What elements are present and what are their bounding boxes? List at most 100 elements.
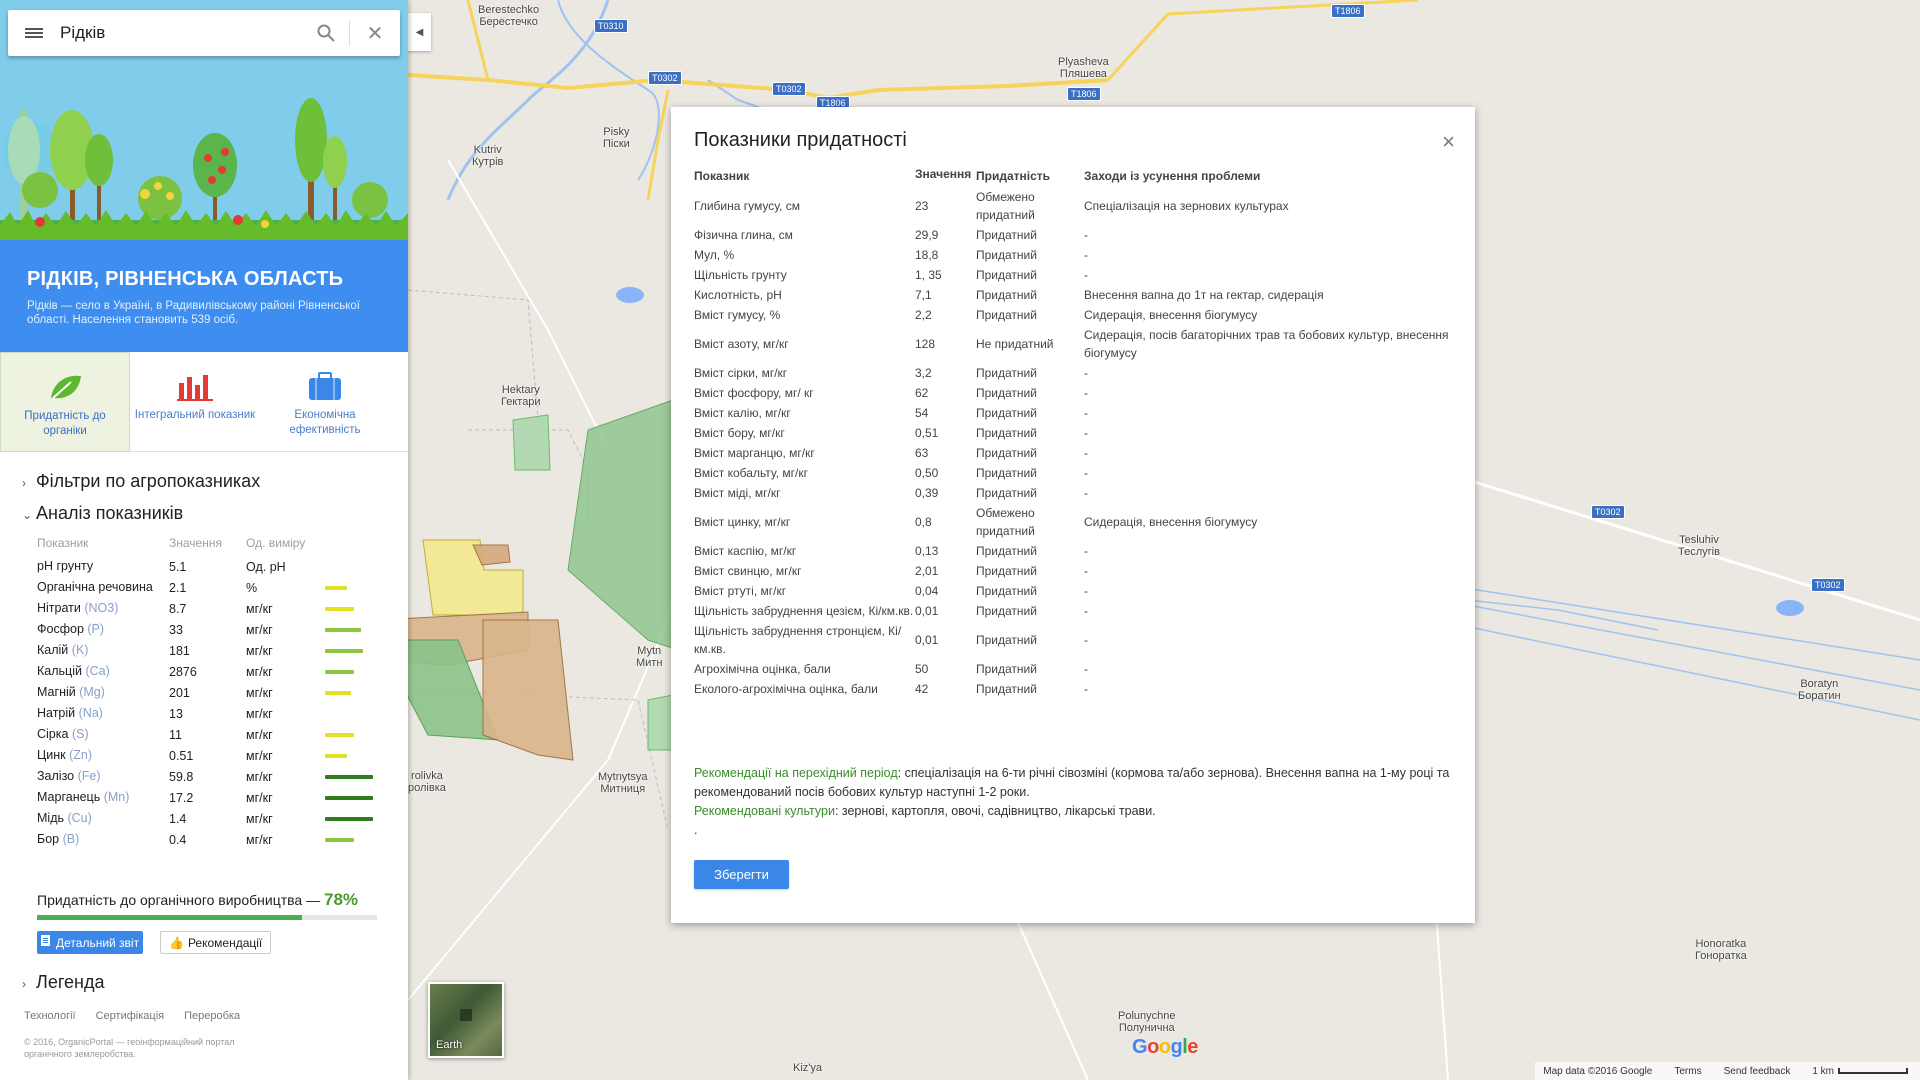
indicator-unit: мг/кг <box>246 643 273 658</box>
parameter-name: Вміст фосфору, мг/ кг <box>694 386 814 400</box>
tab-integral-indicator[interactable]: Інтегральний показник <box>130 352 260 452</box>
thumbs-up-icon: 👍 <box>169 935 184 950</box>
indicator-row: Фосфор (P) 33 мг/кг <box>37 619 377 640</box>
tab-organic-suitability[interactable]: Придатність до органіки <box>0 352 130 452</box>
parameter-value: 2,01 <box>915 564 939 578</box>
suitability-row: Мул, % 18,8 Придатний - <box>694 245 1454 265</box>
briefcase-icon <box>307 370 343 402</box>
indicator-name: Кальцій (Ca) <box>37 664 110 678</box>
filters-section-toggle[interactable]: › Фільтри по агропоказниках <box>22 471 260 492</box>
search-icon[interactable] <box>303 10 349 56</box>
detailed-report-button[interactable]: Детальний звіт <box>37 931 144 954</box>
suitability-row: Кислотність, pH 7,1 Придатний Внесення вапн… <box>694 285 1454 305</box>
parameter-value: 0,39 <box>915 486 939 500</box>
map-place-label[interactable]: Honoratka Гоноратка <box>1695 938 1747 962</box>
map-place-label[interactable]: Boratyn Боратин <box>1798 678 1841 702</box>
analysis-table: Показник Значення Од. виміру pH грунту 5… <box>37 536 377 850</box>
parameter-suitability: Придатний <box>976 584 1037 598</box>
parameter-suitability: Обмежено придатний <box>976 506 1035 538</box>
parameter-value: 3,2 <box>915 366 932 380</box>
chevron-down-icon: ⌄ <box>22 508 33 522</box>
parameter-suitability: Придатний <box>976 248 1037 262</box>
road-badge: T1806 <box>1067 87 1101 101</box>
send-feedback-link[interactable]: Send feedback <box>1724 1066 1791 1077</box>
parameter-suitability: Придатний <box>976 426 1037 440</box>
menu-icon[interactable] <box>8 26 60 40</box>
indicator-row: Кальцій (Ca) 2876 мг/кг <box>37 661 377 682</box>
map-place-label[interactable]: Pisky Піски <box>603 126 630 150</box>
earth-view-toggle[interactable]: Earth <box>428 982 504 1058</box>
map-data-credit: Map data ©2016 Google <box>1543 1065 1653 1077</box>
indicator-unit: мг/кг <box>246 727 273 742</box>
map-place-label[interactable]: Mytnytsya Митниця <box>598 771 648 795</box>
parameter-measure: - <box>1084 268 1088 282</box>
road-badge: T0302 <box>1591 505 1625 519</box>
indicator-name: Натрій (Na) <box>37 706 103 720</box>
trailing-dot: . <box>694 823 698 837</box>
parameter-value: 7,1 <box>915 288 932 302</box>
parameter-name: Вміст міді, мг/кг <box>694 486 781 500</box>
parameter-measure: Спеціалізація на зернових культурах <box>1084 199 1289 213</box>
parameter-value: 62 <box>915 386 929 400</box>
parameter-value: 1, 35 <box>915 268 942 282</box>
map-place-label[interactable]: Berestechko Берестечко <box>478 4 539 28</box>
save-button[interactable]: Зберегти <box>694 860 789 889</box>
clear-search-icon[interactable]: ✕ <box>350 10 400 56</box>
road-badge: T1806 <box>1331 4 1365 18</box>
footer-link-processing[interactable]: Переробка <box>184 1010 240 1022</box>
terms-link[interactable]: Terms <box>1674 1066 1701 1077</box>
collapse-sidebar-button[interactable]: ◀ <box>408 13 431 51</box>
indicator-row: Залізо (Fe) 59.8 мг/кг <box>37 766 377 787</box>
suitability-row: Вміст цинку, мг/кг 0,8 Обмежено придатний С… <box>694 503 1454 541</box>
indicator-level-bar <box>325 732 377 737</box>
search-input[interactable]: Рідків <box>60 23 303 43</box>
parameter-value: 128 <box>915 337 936 351</box>
map-place-label[interactable]: rolivka ролівка <box>408 770 446 794</box>
suitability-row: Вміст калію, мг/кг 54 Придатний - <box>694 403 1454 423</box>
map-place-label[interactable]: Tesluhiv Теслугів <box>1678 534 1720 558</box>
indicator-value: 33 <box>169 622 183 637</box>
analysis-section-toggle[interactable]: ⌄ Аналіз показників <box>22 503 183 524</box>
recommendations-text: Рекомендації на перехідний період: спеці… <box>694 764 1454 840</box>
suitability-progress-bar <box>37 915 377 920</box>
indicator-unit: мг/кг <box>246 706 273 721</box>
indicator-value: 0.4 <box>169 832 187 847</box>
indicator-row: Магній (Mg) 201 мг/кг <box>37 682 377 703</box>
parameter-value: 63 <box>915 446 929 460</box>
parameter-suitability: Придатний <box>976 662 1037 676</box>
indicator-value: 181 <box>169 643 190 658</box>
parameter-measure: Сидерація, посів багаторічних трав та бо… <box>1084 328 1449 360</box>
parameter-measure: - <box>1084 564 1088 578</box>
chevron-left-icon: ◀ <box>415 26 424 38</box>
parameter-name: Вміст свинцю, мг/кг <box>694 564 802 578</box>
legend-section-toggle[interactable]: › Легенда <box>22 972 104 993</box>
parameter-suitability: Придатний <box>976 406 1037 420</box>
map-place-label[interactable]: Kiz'ya <box>793 1062 822 1074</box>
map-place-label[interactable]: Plyasheva Пляшева <box>1058 56 1109 80</box>
suitability-row: Вміст ртуті, мг/кг 0,04 Придатний - <box>694 581 1454 601</box>
close-icon[interactable]: × <box>1442 129 1455 155</box>
map-place-label[interactable]: Hektary Гектари <box>501 384 541 408</box>
suitability-table: Показник Значення Придатність Заходи із … <box>694 167 1454 699</box>
indicator-level-bar <box>325 627 377 632</box>
parameter-suitability: Придатний <box>976 604 1037 618</box>
parameter-value: 0,13 <box>915 544 939 558</box>
footer-link-technologies[interactable]: Технології <box>24 1010 76 1022</box>
indicator-name: Магній (Mg) <box>37 685 105 699</box>
search-box: Рідків ✕ <box>8 10 400 56</box>
map-place-label[interactable]: Polunychne Полунична <box>1118 1010 1176 1034</box>
parameter-suitability: Придатний <box>976 564 1037 578</box>
suitability-row: Вміст кобальту, мг/кг 0,50 Придатний - <box>694 463 1454 483</box>
footer-link-certification[interactable]: Сертифікація <box>96 1010 165 1022</box>
suitability-row: Вміст марганцю, мг/кг 63 Придатний - <box>694 443 1454 463</box>
map-place-label[interactable]: Kutriv Кутрів <box>472 144 503 168</box>
sidebar: Рідків ✕ РІДКІВ, РІВНЕНСЬКА ОБЛАСТЬ Рідк… <box>0 0 408 1080</box>
parameter-measure: - <box>1084 604 1088 618</box>
map-place-label[interactable]: Mytn Митн <box>636 645 662 669</box>
parameter-name: Мул, % <box>694 248 735 262</box>
indicator-unit: мг/кг <box>246 769 273 784</box>
tab-economic-efficiency[interactable]: Економічна ефективність <box>260 352 390 452</box>
parameter-value: 42 <box>915 682 929 696</box>
recommendations-button[interactable]: 👍 Рекомендації <box>160 931 272 954</box>
indicator-value: 11 <box>169 727 182 742</box>
